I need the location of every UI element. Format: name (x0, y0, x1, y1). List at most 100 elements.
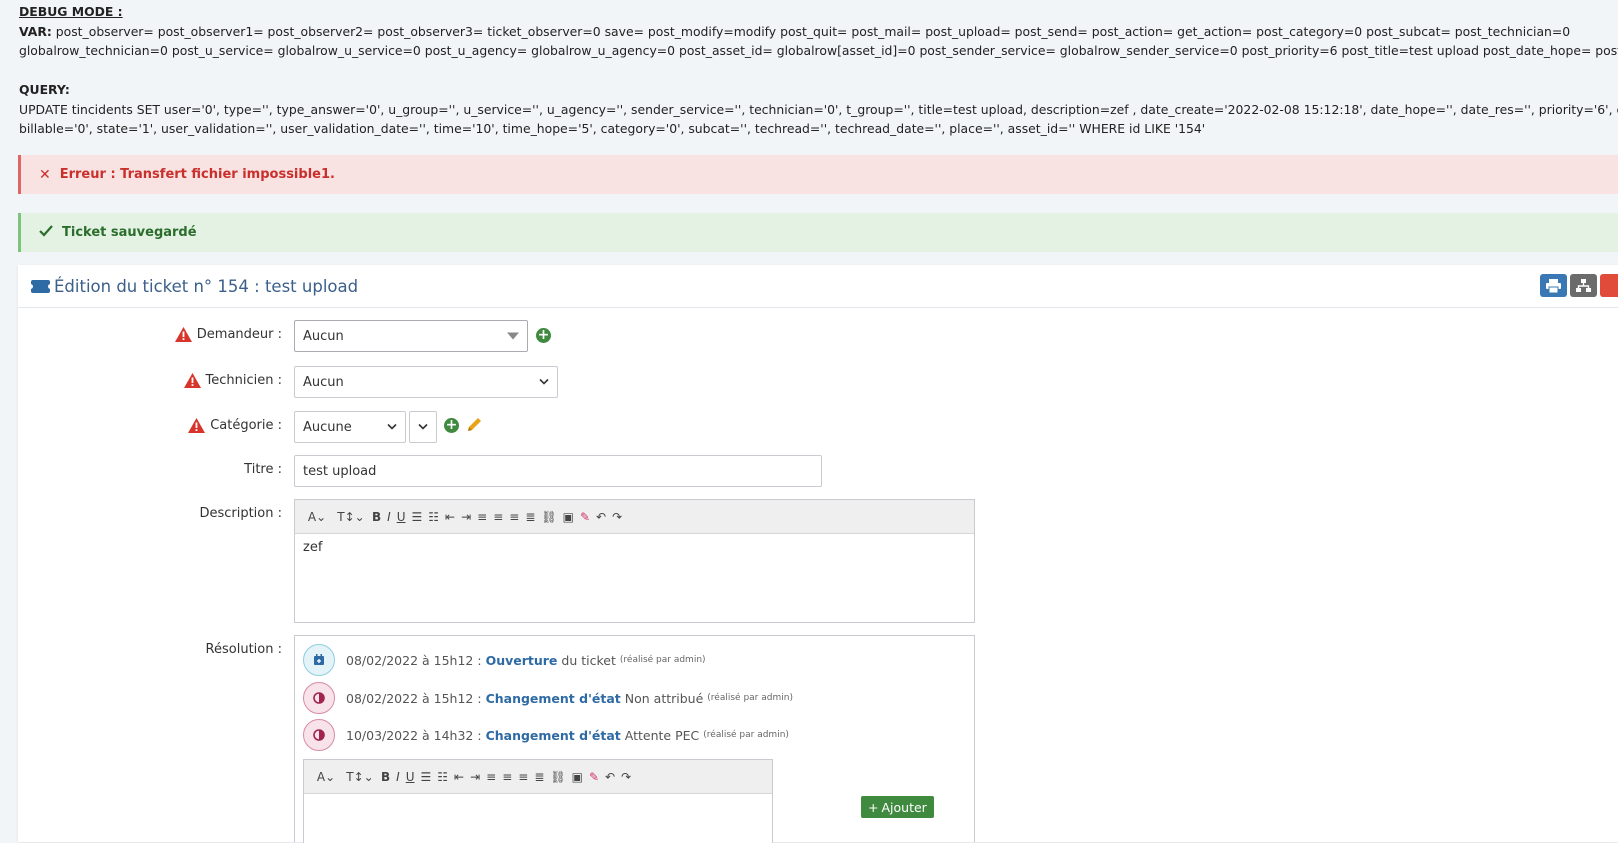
chevron-down-icon (539, 378, 549, 385)
technicien-select[interactable]: Aucun (294, 366, 558, 398)
resolution-toolbar: A⌄ T↕⌄ B I U ☰ ☷ ⇤ ⇥ ≡ ≡ ≡ ≣ ⛓ ▣ ✎ ↶ ↷ (304, 760, 772, 794)
text-size-icon[interactable]: T↕⌄ (345, 767, 375, 787)
numbered-list-icon[interactable]: ☷ (428, 507, 439, 527)
align-left-icon[interactable]: ≡ (477, 507, 487, 527)
pencil-icon[interactable] (466, 416, 483, 433)
demandeur-label: Demandeur : (196, 327, 282, 342)
link-icon[interactable]: ⛓ (541, 507, 556, 527)
italic-icon[interactable]: I (387, 507, 391, 527)
bullet-list-icon[interactable]: ☰ (421, 767, 432, 787)
timeline-link[interactable]: Changement d'état (486, 691, 621, 706)
align-center-icon[interactable]: ≡ (493, 507, 503, 527)
timeline-text: Attente PEC (624, 727, 700, 743)
debug-var-label: VAR: (19, 23, 52, 39)
redo-icon[interactable]: ↷ (621, 767, 631, 787)
debug-query-label: QUERY: (19, 82, 70, 97)
align-left-icon[interactable]: ≡ (486, 767, 496, 787)
description-label: Description : (199, 506, 282, 521)
description-editor[interactable]: A⌄ T↕⌄ B I U ☰ ☷ ⇤ ⇥ ≡ ≡ ≡ ≣ ⛓ ▣ ✎ ↶ ↷ z… (294, 499, 975, 623)
debug-query-line1: UPDATE tincidents SET user='0', type='',… (19, 101, 1618, 117)
ticket-icon (28, 279, 53, 293)
indent-icon[interactable]: ⇥ (461, 507, 471, 527)
subcategorie-select[interactable] (409, 411, 437, 443)
add-demandeur-button[interactable]: + (536, 328, 551, 343)
debug-panel: DEBUG MODE : VAR: post_observer= post_ob… (19, 2, 1618, 139)
bullet-list-icon[interactable]: ☰ (412, 507, 423, 527)
chevron-down-icon (418, 423, 428, 430)
justify-icon[interactable]: ≣ (525, 507, 535, 527)
adjust-icon (303, 682, 335, 714)
chevron-down-icon (387, 423, 397, 430)
timeline-date: 10/03/2022 à 14h32 : (346, 727, 482, 743)
eyedropper-icon[interactable]: ✎ (589, 767, 599, 787)
image-icon[interactable]: ▣ (563, 507, 574, 527)
italic-icon[interactable]: I (396, 767, 400, 787)
resolution-label: Résolution : (205, 642, 282, 657)
plus-icon: + (868, 799, 879, 815)
outdent-icon[interactable]: ⇤ (445, 507, 455, 527)
description-content[interactable]: zef (295, 534, 974, 561)
underline-icon[interactable]: U (406, 767, 415, 787)
description-label-group: Description : (199, 506, 282, 521)
eyedropper-icon[interactable]: ✎ (580, 507, 590, 527)
numbered-list-icon[interactable]: ☷ (437, 767, 448, 787)
titre-label: Titre : (244, 462, 282, 477)
success-message: Ticket sauvegardé (62, 225, 197, 240)
success-alert: Ticket sauvegardé (18, 213, 1618, 252)
categorie-value: Aucune (303, 419, 352, 435)
undo-icon[interactable]: ↶ (605, 767, 615, 787)
timeline-link[interactable]: Ouverture (486, 653, 558, 668)
indent-icon[interactable]: ⇥ (470, 767, 480, 787)
debug-var-line2: globalrow_technician=0 post_u_service= g… (19, 43, 1618, 58)
timeline-author: (réalisé par admin) (707, 693, 793, 703)
titre-label-group: Titre : (244, 462, 282, 477)
justify-icon[interactable]: ≣ (534, 767, 544, 787)
timeline-link[interactable]: Changement d'état (486, 728, 621, 743)
underline-icon[interactable]: U (397, 507, 406, 527)
align-center-icon[interactable]: ≡ (502, 767, 512, 787)
description-toolbar: A⌄ T↕⌄ B I U ☰ ☷ ⇤ ⇥ ≡ ≡ ≡ ≣ ⛓ ▣ ✎ ↶ ↷ (295, 500, 974, 534)
print-button[interactable] (1540, 274, 1567, 297)
sitemap-button[interactable] (1570, 274, 1597, 297)
sitemap-icon (1576, 278, 1591, 292)
categorie-select[interactable]: Aucune (294, 411, 406, 443)
text-size-icon[interactable]: T↕⌄ (336, 507, 366, 527)
demandeur-select[interactable]: Aucun (294, 320, 528, 352)
card-header: Édition du ticket n° 154 : test upload (18, 265, 1618, 308)
bold-icon[interactable]: B (381, 767, 390, 787)
debug-mode-label: DEBUG MODE : (19, 4, 123, 19)
ticket-card: Édition du ticket n° 154 : test upload D… (18, 265, 1618, 843)
image-icon[interactable]: ▣ (572, 767, 583, 787)
font-icon[interactable]: A⌄ (304, 507, 330, 527)
demandeur-label-group: Demandeur : (174, 327, 282, 342)
timeline-author: (réalisé par admin) (619, 655, 706, 665)
resolution-editor[interactable]: A⌄ T↕⌄ B I U ☰ ☷ ⇤ ⇥ ≡ ≡ ≡ ≣ ⛓ ▣ ✎ ↶ ↷ (303, 759, 773, 843)
header-actions (1540, 274, 1618, 297)
debug-var-line1: post_observer= post_observer1= post_obse… (51, 23, 1571, 39)
delete-button[interactable] (1600, 274, 1618, 297)
titre-input[interactable]: test upload (294, 455, 822, 487)
add-resolution-button[interactable]: + Ajouter (861, 796, 934, 818)
adjust-icon (303, 719, 335, 751)
resolution-panel: 08/02/2022 à 15h12 : Ouverture du ticket… (294, 635, 975, 843)
redo-icon[interactable]: ↷ (612, 507, 622, 527)
undo-icon[interactable]: ↶ (596, 507, 606, 527)
demandeur-value: Aucun (303, 328, 344, 344)
titre-value: test upload (303, 463, 377, 479)
warning-icon (174, 327, 192, 342)
debug-query-line2: billable='0', state='1', user_validation… (19, 121, 1206, 136)
add-categorie-button[interactable]: + (444, 418, 459, 433)
technicien-label: Technicien : (205, 373, 282, 388)
check-icon (39, 224, 53, 241)
categorie-label: Catégorie : (210, 418, 282, 433)
align-right-icon[interactable]: ≡ (509, 507, 519, 527)
outdent-icon[interactable]: ⇤ (454, 767, 464, 787)
font-icon[interactable]: A⌄ (313, 767, 339, 787)
bold-icon[interactable]: B (372, 507, 381, 527)
warning-icon (188, 418, 206, 433)
link-icon[interactable]: ⛓ (550, 767, 565, 787)
close-icon: ✕ (39, 166, 51, 183)
resolution-label-group: Résolution : (206, 642, 282, 657)
align-right-icon[interactable]: ≡ (518, 767, 528, 787)
page-title: Édition du ticket n° 154 : test upload (54, 276, 359, 296)
